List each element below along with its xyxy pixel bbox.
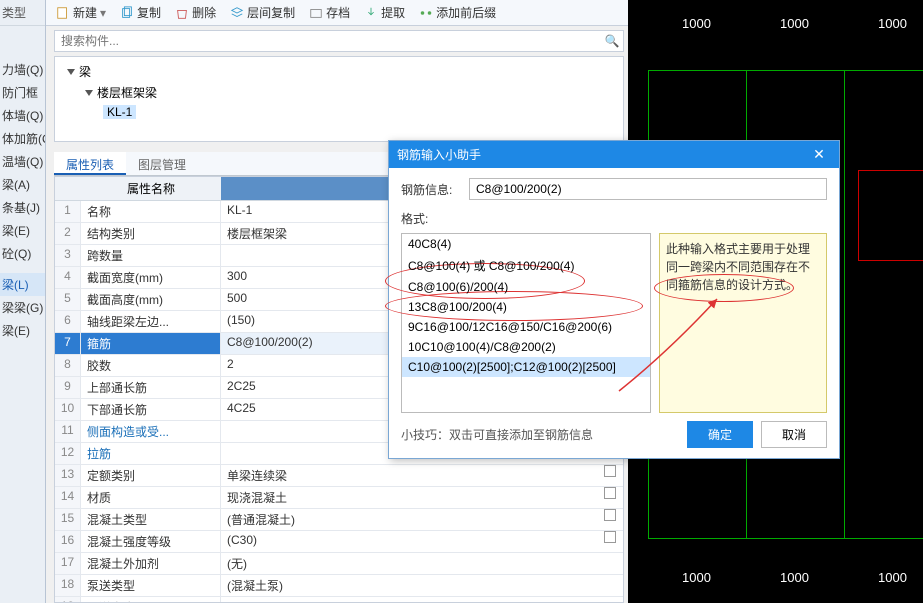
dimension-label: 1000 [682,16,711,31]
dialog-title: 钢筋输入小助手 [397,146,807,163]
table-row[interactable]: 14材质现浇混凝土 [55,487,623,509]
table-row[interactable]: 19泵送高度(m) [55,597,623,603]
checkbox[interactable] [604,487,616,499]
delete-button[interactable]: 删除 [169,2,222,23]
toolbar: 新建▾ 复制 删除 层间复制 存档 提取 添加前后缀 [46,0,628,26]
cat-item[interactable]: 力墙(Q) [0,58,45,81]
prefix-button[interactable]: 添加前后缀 [413,2,502,23]
checkbox[interactable] [604,465,616,477]
search-input[interactable] [55,34,601,48]
checkbox[interactable] [604,509,616,521]
format-description: 此种输入格式主要用于处理同一跨梁内不同范围存在不同箍筋信息的设计方式。 [659,233,827,413]
new-button[interactable]: 新建▾ [50,2,112,23]
new-icon [56,6,70,20]
cat-item[interactable]: 梁(E) [0,219,45,242]
cat-item[interactable]: 体墙(Q) [0,104,45,127]
dimension-label: 1000 [780,16,809,31]
layers-icon [230,6,244,20]
close-icon[interactable]: ✕ [807,146,831,163]
tree-leaf[interactable]: KL-1 [103,103,615,121]
archive-icon [309,6,323,20]
rebar-helper-dialog: 钢筋输入小助手 ✕ 钢筋信息: 格式: 40C8(4)C8@100(4) 或 C… [388,140,840,459]
cat-item[interactable]: 梁(E) [0,319,45,342]
col-name: 属性名称 [81,177,221,200]
cat-item[interactable]: 砼(Q) [0,242,45,265]
extract-button[interactable]: 提取 [358,2,411,23]
tag-icon [419,6,433,20]
tree-node[interactable]: 楼层框架梁 [85,82,615,103]
extract-icon [364,6,378,20]
table-row[interactable]: 16混凝土强度等级(C30) [55,531,623,553]
checkbox[interactable] [604,531,616,543]
tab-properties[interactable]: 属性列表 [54,152,126,175]
tree-node[interactable]: 梁 [67,61,615,82]
copy-button[interactable]: 复制 [114,2,167,23]
copy-icon [120,6,134,20]
list-item[interactable]: 40C8(4) [402,234,650,254]
cat-item-beam[interactable]: 梁(L) [0,273,45,296]
dimension-label: 1000 [878,16,907,31]
intercopy-button[interactable]: 层间复制 [224,2,301,23]
archive-button[interactable]: 存档 [303,2,356,23]
list-item[interactable]: C10@100(2)[2500];C12@100(2)[2500] [402,357,650,377]
list-item[interactable]: 9C16@100/12C16@150/C16@200(6) [402,317,650,337]
format-label: 格式: [401,210,827,227]
expand-icon [85,90,93,96]
cat-item[interactable]: 梁(A) [0,173,45,196]
cat-item[interactable]: 温墙(Q) [0,150,45,173]
tab-layers[interactable]: 图层管理 [126,152,198,175]
cat-item[interactable]: 梁梁(G) [0,296,45,319]
cat-item[interactable]: 条基(J) [0,196,45,219]
delete-icon [175,6,189,20]
table-row[interactable]: 15混凝土类型(普通混凝土) [55,509,623,531]
dimension-label: 1000 [780,570,809,585]
category-header: 类型 [0,0,45,26]
table-row[interactable]: 18泵送类型(混凝土泵) [55,575,623,597]
search-icon[interactable]: 🔍 [601,34,623,48]
table-row[interactable]: 17混凝土外加剂(无) [55,553,623,575]
info-label: 钢筋信息: [401,181,461,198]
list-item[interactable]: C8@100(4) 或 C8@100/200(4) [402,254,650,277]
cat-item[interactable]: 体加筋(Q) [0,127,45,150]
tip-text: 小技巧：双击可直接添加至钢筋信息 [401,426,675,443]
search-bar: 🔍 [54,30,624,52]
dropdown-icon: ▾ [100,6,106,20]
list-item[interactable]: 13C8@100/200(4) [402,297,650,317]
component-tree: 梁 楼层框架梁 KL-1 [54,56,624,142]
cat-item[interactable]: 防门框 [0,81,45,104]
rebar-info-input[interactable] [469,178,827,200]
table-row[interactable]: 13定额类别单梁连续梁 [55,465,623,487]
list-item[interactable]: C8@100(6)/200(4) [402,277,650,297]
dimension-label: 1000 [878,570,907,585]
cancel-button[interactable]: 取消 [761,421,827,448]
dialog-titlebar[interactable]: 钢筋输入小助手 ✕ [389,141,839,168]
dimension-label: 1000 [682,570,711,585]
left-category-strip: 类型 力墙(Q) 防门框 体墙(Q) 体加筋(Q) 温墙(Q) 梁(A) 条基(… [0,0,46,603]
format-list: 40C8(4)C8@100(4) 或 C8@100/200(4)C8@100(6… [401,233,651,413]
list-item[interactable]: 10C10@100(4)/C8@200(2) [402,337,650,357]
expand-icon [67,69,75,75]
ok-button[interactable]: 确定 [687,421,753,448]
